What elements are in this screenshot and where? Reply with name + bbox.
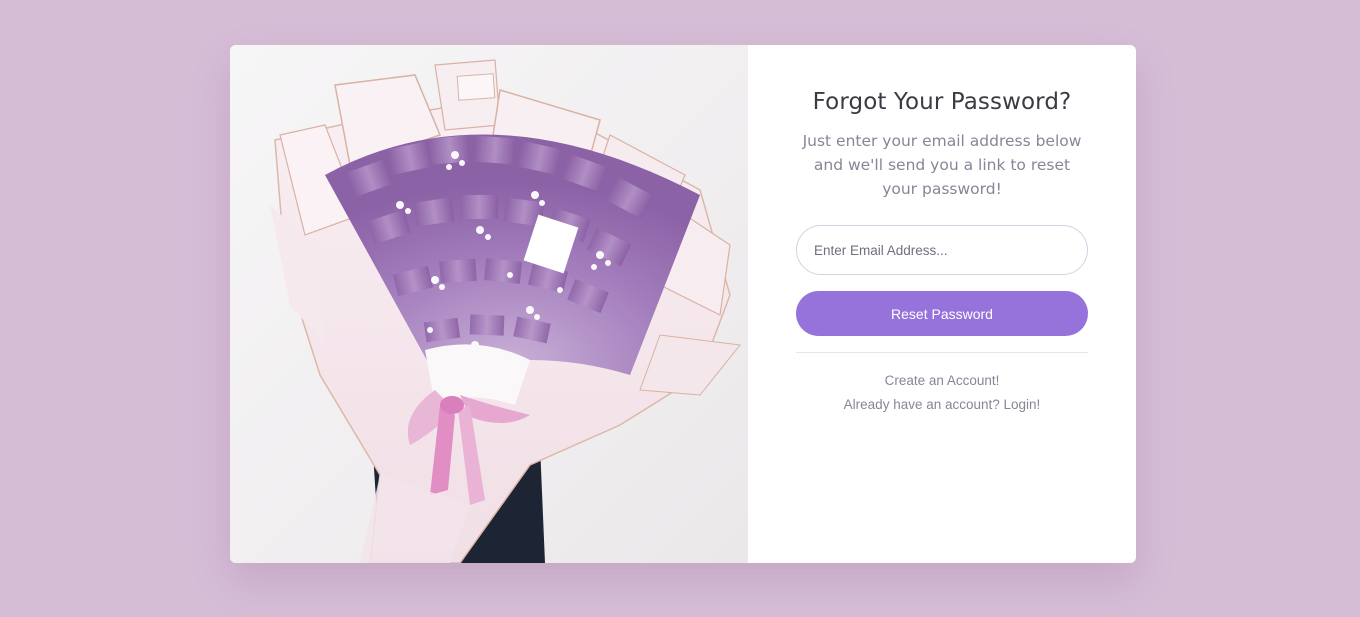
instructions-text: Just enter your email address below and … (802, 132, 1082, 198)
divider (796, 352, 1088, 353)
login-link[interactable]: Already have an account? Login! (748, 397, 1136, 412)
forgot-password-card: Forgot Your Password? Just enter your em… (230, 45, 1136, 563)
bouquet-photo (230, 45, 748, 563)
reset-password-button[interactable]: Reset Password (796, 291, 1088, 336)
email-input[interactable] (796, 225, 1088, 275)
create-account-link[interactable]: Create an Account! (748, 373, 1136, 388)
page-title: Forgot Your Password? (812, 89, 1072, 115)
forgot-password-form: Forgot Your Password? Just enter your em… (748, 45, 1136, 563)
